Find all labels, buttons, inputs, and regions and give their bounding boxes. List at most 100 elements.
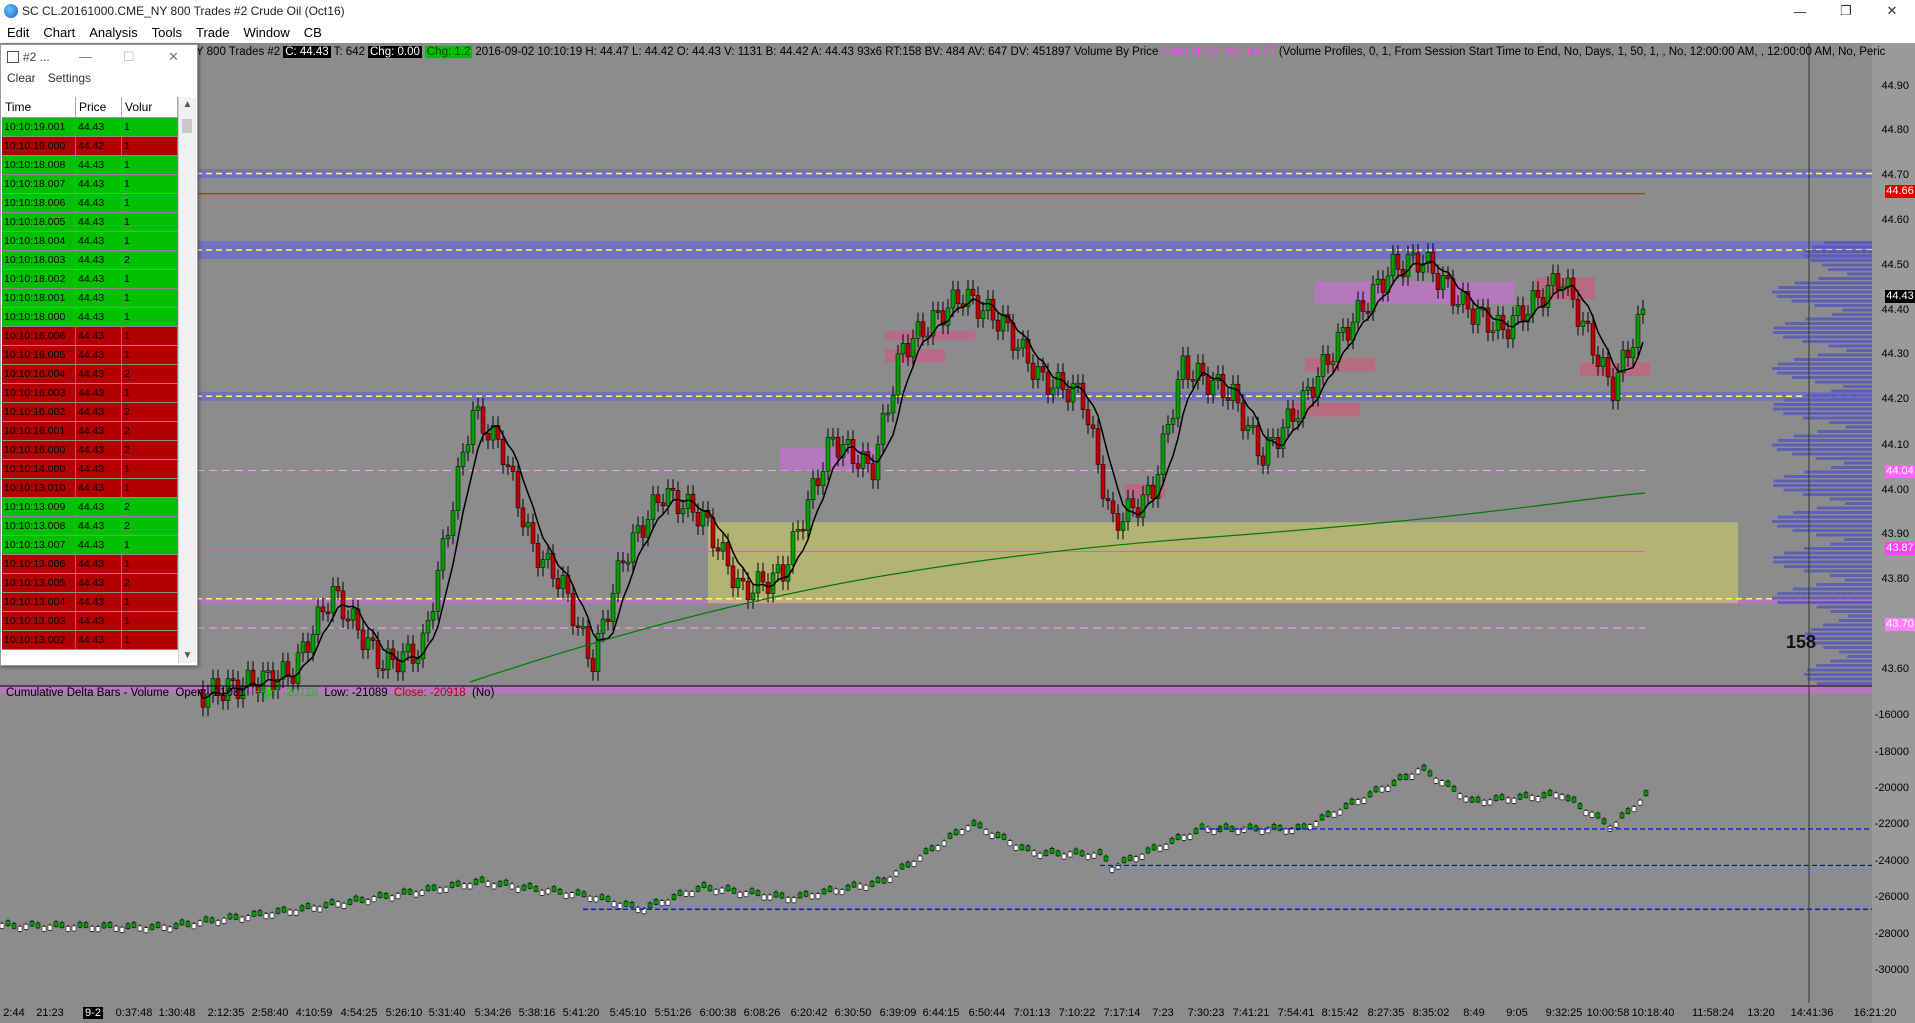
time-tick: 5:31:40 xyxy=(428,1007,466,1019)
ts-cell-vol: 2 xyxy=(122,251,178,269)
ts-cell-price: 44.43 xyxy=(76,346,122,364)
menu-chart[interactable]: Chart xyxy=(36,25,82,40)
delta-tick: -26000 xyxy=(1874,891,1909,903)
ts-row[interactable]: 10:10:16.000 44.43 2 xyxy=(2,441,178,460)
ts-row[interactable]: 10:10:13.010 44.43 1 xyxy=(2,479,178,498)
ts-row[interactable]: 10:10:18.003 44.43 2 xyxy=(2,251,178,270)
price-tick: 44.40 xyxy=(1881,304,1909,316)
menu-trade[interactable]: Trade xyxy=(189,25,236,40)
ts-cell-vol: 1 xyxy=(122,270,178,288)
time-tick: 5:41:20 xyxy=(562,1007,600,1019)
ts-cell-vol: 1 xyxy=(122,593,178,611)
ts-row[interactable]: 10:10:13.007 44.43 1 xyxy=(2,536,178,555)
time-tick: 9:32:25 xyxy=(1545,1007,1583,1019)
ts-row[interactable]: 10:10:18.002 44.43 1 xyxy=(2,270,178,289)
ts-minimize-button[interactable]: — xyxy=(79,49,92,64)
menu-analysis[interactable]: Analysis xyxy=(82,25,144,40)
time-and-sales-window[interactable]: #2 ... — ☐ ✕ Clear Settings Time Price V… xyxy=(0,44,198,666)
delta-tick: -16000 xyxy=(1874,709,1909,721)
ts-row[interactable]: 10:10:16.005 44.43 1 xyxy=(2,346,178,365)
ts-cell-price: 44.43 xyxy=(76,118,122,136)
ts-row[interactable]: 10:10:13.003 44.43 1 xyxy=(2,612,178,631)
price-tag-level: 43.70 xyxy=(1885,618,1915,631)
ts-window-icon xyxy=(7,51,19,63)
ts-row[interactable]: 10:10:18.001 44.43 1 xyxy=(2,289,178,308)
ts-cell-price: 44.43 xyxy=(76,308,122,326)
ts-col-price[interactable]: Price xyxy=(76,97,122,117)
scroll-down-icon[interactable]: ▼ xyxy=(179,650,196,661)
price-tick: 44.50 xyxy=(1881,259,1909,271)
ts-row[interactable]: 10:10:13.009 44.43 2 xyxy=(2,498,178,517)
ts-cell-price: 44.43 xyxy=(76,156,122,174)
ts-row[interactable]: 10:10:13.004 44.43 1 xyxy=(2,593,178,612)
menu-cb[interactable]: CB xyxy=(297,25,329,40)
scroll-up-icon[interactable]: ▲ xyxy=(179,99,196,110)
delta-tick: -22000 xyxy=(1874,818,1909,830)
ts-row[interactable]: 10:10:18.000 44.43 1 xyxy=(2,308,178,327)
ts-titlebar[interactable]: #2 ... — ☐ ✕ xyxy=(1,45,197,69)
ts-cell-price: 44.43 xyxy=(76,479,122,497)
menu-window[interactable]: Window xyxy=(236,25,296,40)
ts-close-button[interactable]: ✕ xyxy=(168,49,179,65)
time-tick: 4:54:25 xyxy=(340,1007,378,1019)
ts-cell-price: 44.43 xyxy=(76,498,122,516)
menu-tools[interactable]: Tools xyxy=(145,25,189,40)
price-chart[interactable] xyxy=(0,43,1915,1023)
price-tag-last: 44.43 xyxy=(1885,290,1915,303)
delta-tick: -24000 xyxy=(1874,855,1909,867)
price-tick: 44.20 xyxy=(1881,393,1909,405)
ts-row[interactable]: 10:10:13.002 44.43 1 xyxy=(2,631,178,650)
ts-cell-price: 44.43 xyxy=(76,536,122,554)
ts-row[interactable]: 10:10:18.005 44.43 1 xyxy=(2,213,178,232)
ts-cell-time: 10:10:18.003 xyxy=(2,251,76,269)
price-tick: 44.30 xyxy=(1881,348,1909,360)
ts-row[interactable]: 10:10:18.006 44.43 1 xyxy=(2,194,178,213)
ts-col-time[interactable]: Time xyxy=(2,97,76,117)
ts-row[interactable]: 10:10:16.002 44.43 2 xyxy=(2,403,178,422)
ts-row[interactable]: 10:10:13.005 44.43 2 xyxy=(2,574,178,593)
ts-cell-vol: 1 xyxy=(122,137,178,155)
ts-clear-button[interactable]: Clear xyxy=(7,71,36,85)
chart-info-bar: Y 800 Trades #2 C: 44.43 T: 642 Chg: 0.0… xyxy=(196,44,1885,60)
ts-row[interactable]: 10:10:16.003 44.43 1 xyxy=(2,384,178,403)
ts-row[interactable]: 10:10:16.006 44.43 1 xyxy=(2,327,178,346)
ts-table-body: 10:10:19.001 44.43 1 10:10:19.000 44.42 1 10:1… xyxy=(2,118,178,650)
ts-cell-time: 10:10:13.006 xyxy=(2,555,76,573)
ts-table-header: Time Price Volur xyxy=(2,97,178,118)
ts-row[interactable]: 10:10:18.007 44.43 1 xyxy=(2,175,178,194)
ts-cell-vol: 1 xyxy=(122,118,178,136)
restore-button[interactable]: ❐ xyxy=(1823,0,1869,22)
ts-row[interactable]: 10:10:19.000 44.42 1 xyxy=(2,137,178,156)
ts-cell-vol: 2 xyxy=(122,422,178,440)
ts-settings-button[interactable]: Settings xyxy=(48,71,91,85)
menu-edit[interactable]: Edit xyxy=(0,25,36,40)
ts-row[interactable]: 10:10:19.001 44.43 1 xyxy=(2,118,178,137)
scroll-thumb[interactable] xyxy=(182,119,192,133)
delta-tick: -20000 xyxy=(1874,782,1909,794)
time-tick: 8:27:35 xyxy=(1367,1007,1405,1019)
ts-cell-vol: 1 xyxy=(122,289,178,307)
ts-cell-vol: 1 xyxy=(122,232,178,250)
delta-low: Low: -21089 xyxy=(324,687,388,699)
time-tick: 7:01:13 xyxy=(1013,1007,1051,1019)
ts-row[interactable]: 10:10:13.008 44.43 2 xyxy=(2,517,178,536)
ts-row[interactable]: 10:10:14.000 44.43 1 xyxy=(2,460,178,479)
ts-row[interactable]: 10:10:18.004 44.43 1 xyxy=(2,232,178,251)
ts-maximize-button[interactable]: ☐ xyxy=(123,49,135,65)
ts-cell-time: 10:10:16.002 xyxy=(2,403,76,421)
window-titlebar: SC CL.20161000.CME_NY 800 Trades #2 Crud… xyxy=(0,0,1915,22)
ts-col-volume[interactable]: Volur xyxy=(122,97,178,117)
ts-row[interactable]: 10:10:13.006 44.43 1 xyxy=(2,555,178,574)
ts-scrollbar[interactable]: ▲ ▼ xyxy=(178,97,196,663)
price-tag-level: 44.04 xyxy=(1885,465,1915,478)
close-button[interactable]: ✕ xyxy=(1869,0,1915,22)
time-tick: 7:23 xyxy=(1152,1007,1174,1019)
time-tick: 4:10:59 xyxy=(295,1007,333,1019)
time-tick: 6:00:38 xyxy=(699,1007,737,1019)
ts-row[interactable]: 10:10:16.001 44.43 2 xyxy=(2,422,178,441)
time-tick: 6:50:44 xyxy=(968,1007,1006,1019)
ts-row[interactable]: 10:10:18.008 44.43 1 xyxy=(2,156,178,175)
menu-bar: Edit Chart Analysis Tools Trade Window C… xyxy=(0,22,1915,44)
minimize-button[interactable]: — xyxy=(1777,0,1823,22)
ts-row[interactable]: 10:10:16.004 44.43 2 xyxy=(2,365,178,384)
